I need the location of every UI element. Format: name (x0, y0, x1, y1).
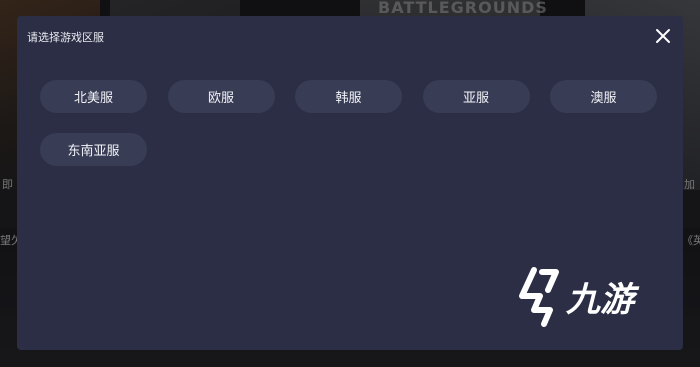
region-select-dialog: 请选择游戏区服 北美服 欧服 韩服 亚服 澳服 东南亚服 九游 (17, 16, 683, 350)
close-icon (656, 29, 670, 43)
region-option-korea[interactable]: 韩服 (295, 80, 402, 113)
region-options: 北美服 欧服 韩服 亚服 澳服 东南亚服 (40, 80, 670, 166)
region-option-australia[interactable]: 澳服 (550, 80, 657, 113)
region-option-asia[interactable]: 亚服 (422, 80, 530, 113)
region-option-europe[interactable]: 欧服 (167, 80, 275, 113)
jiuyou-logo-icon: 九游 (519, 267, 640, 327)
close-button[interactable] (653, 26, 673, 46)
dialog-title: 请选择游戏区服 (27, 31, 104, 44)
region-option-north-america[interactable]: 北美服 (40, 80, 147, 113)
region-option-southeast-asia[interactable]: 东南亚服 (40, 133, 147, 166)
jiuyou-watermark-logo: 九游 (512, 264, 655, 334)
watermark-text: 九游 (565, 280, 640, 320)
